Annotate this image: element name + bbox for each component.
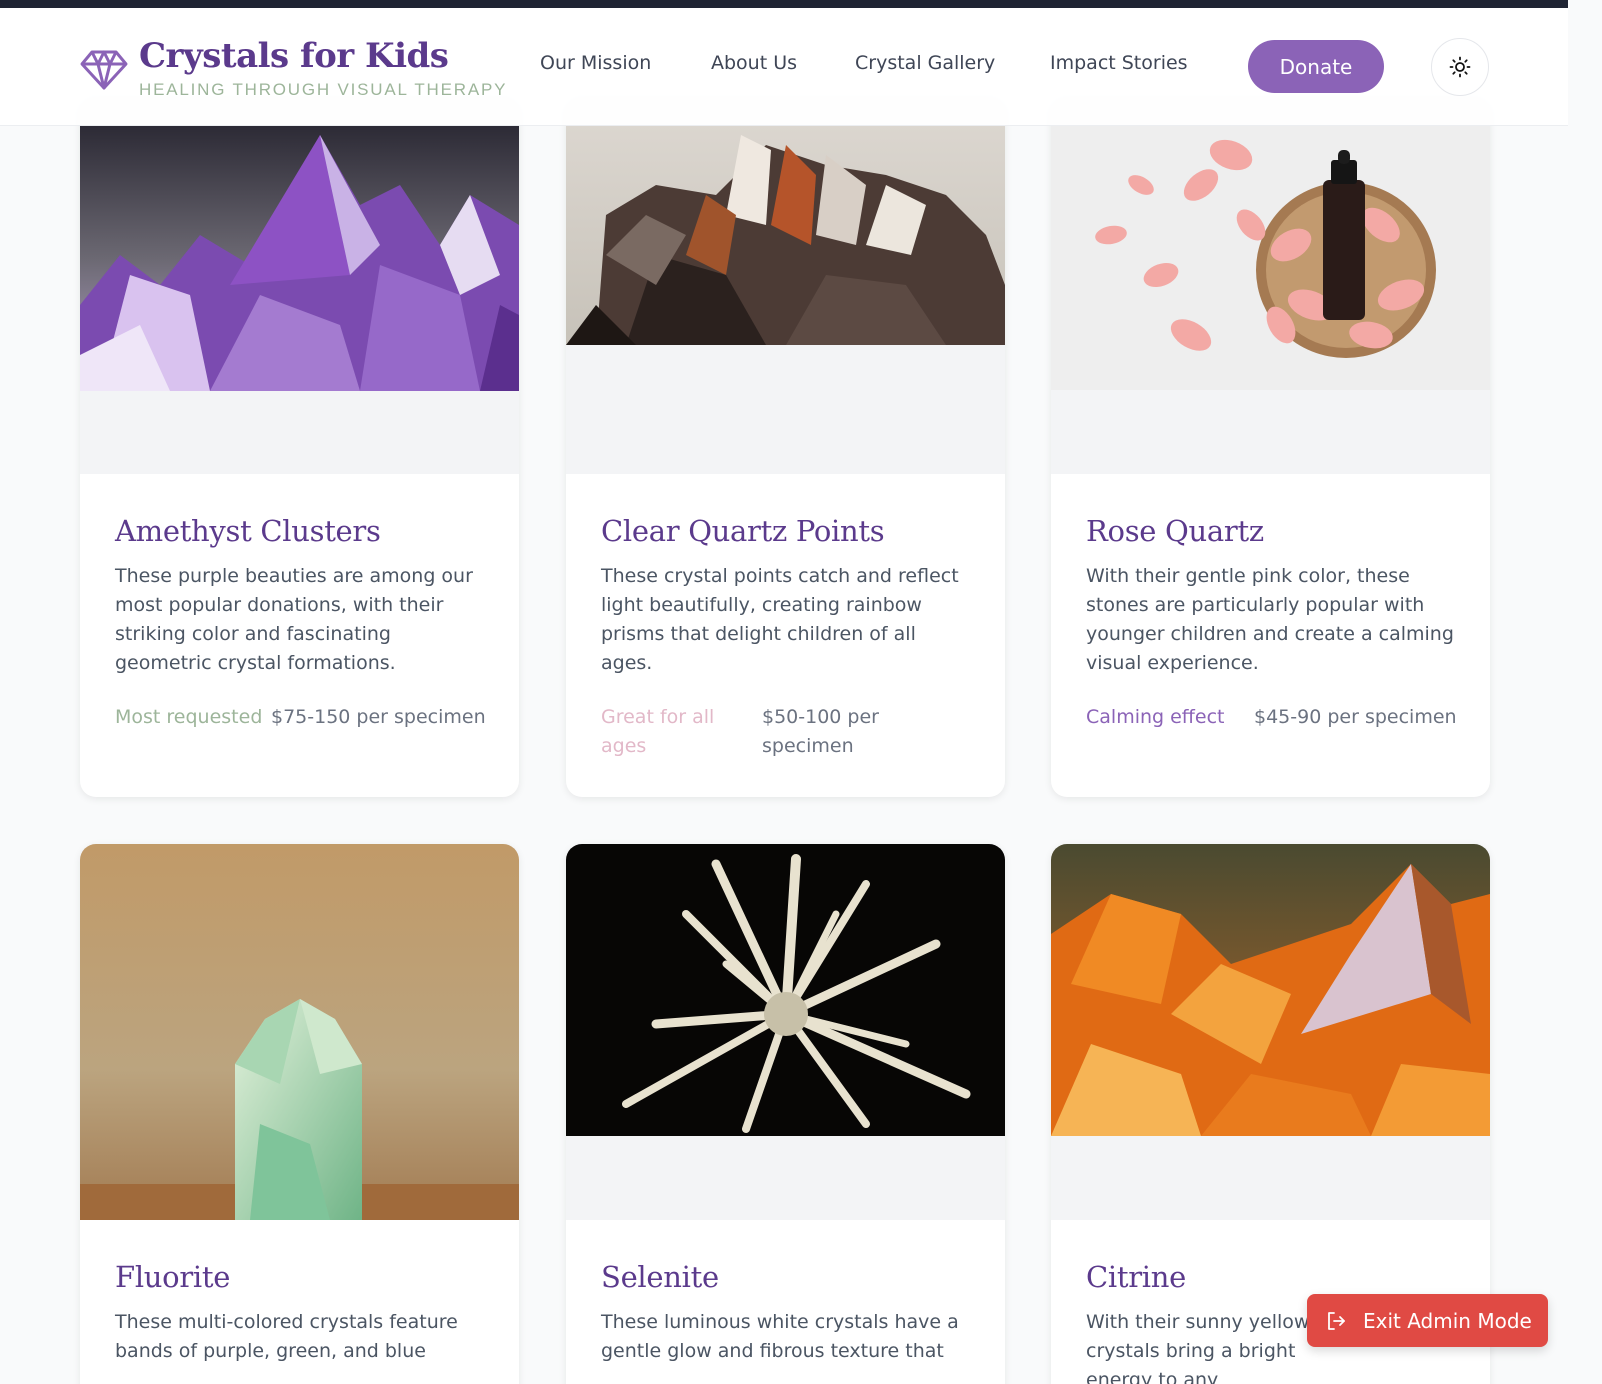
site-header: Crystals for Kids HEALING THROUGH VISUAL… — [0, 8, 1568, 126]
gem-icon[interactable] — [80, 44, 128, 92]
nav-link-impact-stories[interactable]: Impact Stories — [1050, 52, 1188, 80]
card-tag: Great for all ages — [601, 706, 715, 757]
exit-admin-label: Exit Admin Mode — [1363, 1308, 1532, 1333]
card-description: These multi-colored crystals feature ban… — [115, 1311, 458, 1362]
logout-icon — [1325, 1310, 1347, 1332]
card-tag: Calming effect — [1086, 706, 1225, 728]
card-price: $45-90 per specimen — [1254, 706, 1457, 728]
card-title: Citrine — [1086, 1260, 1186, 1294]
brand-subtitle: HEALING THROUGH VISUAL THERAPY — [139, 80, 508, 99]
rose-quartz-image — [1051, 125, 1490, 390]
card-tag: Most requested — [115, 706, 263, 728]
crystal-card-fluorite[interactable]: Fluorite These multi-colored crystals fe… — [80, 844, 519, 1384]
nav-link-our-mission[interactable]: Our Mission — [540, 52, 651, 80]
card-title: Rose Quartz — [1086, 514, 1264, 548]
card-price: $50-100 per specimen — [762, 706, 879, 757]
card-description: These crystal points catch and reflect l… — [601, 565, 959, 674]
nav-link-about-us[interactable]: About Us — [711, 52, 797, 80]
donate-button[interactable]: Donate — [1248, 40, 1384, 93]
card-description: With their gentle pink color, these ston… — [1086, 565, 1454, 674]
selenite-image — [566, 844, 1005, 1136]
brand-title[interactable]: Crystals for Kids — [139, 36, 449, 76]
citrine-image — [1051, 844, 1490, 1136]
sun-icon — [1449, 56, 1471, 78]
card-description: These luminous white crystals have a gen… — [601, 1311, 959, 1362]
crystal-card-rose-quartz[interactable]: Rose Quartz With their gentle pink color… — [1051, 98, 1490, 797]
theme-toggle-button[interactable] — [1431, 38, 1489, 96]
crystal-card-amethyst[interactable]: Amethyst Clusters These purple beauties … — [80, 98, 519, 797]
card-title: Clear Quartz Points — [601, 514, 885, 548]
exit-admin-mode-button[interactable]: Exit Admin Mode — [1307, 1294, 1548, 1347]
card-description: These purple beauties are among our most… — [115, 565, 473, 674]
fluorite-image — [80, 844, 519, 1220]
nav-link-crystal-gallery[interactable]: Crystal Gallery — [855, 52, 995, 80]
card-title: Fluorite — [115, 1260, 231, 1294]
card-title: Selenite — [601, 1260, 719, 1294]
amethyst-image — [80, 125, 519, 391]
clear-quartz-image — [566, 125, 1005, 345]
top-accent-bar — [0, 0, 1568, 8]
card-title: Amethyst Clusters — [115, 514, 381, 548]
crystal-card-clear-quartz[interactable]: Clear Quartz Points These crystal points… — [566, 98, 1005, 797]
card-price: $75-150 per specimen — [271, 706, 486, 728]
card-description: With their sunny yellow crystals bring a… — [1086, 1311, 1310, 1384]
crystal-card-selenite[interactable]: Selenite These luminous white crystals h… — [566, 844, 1005, 1384]
